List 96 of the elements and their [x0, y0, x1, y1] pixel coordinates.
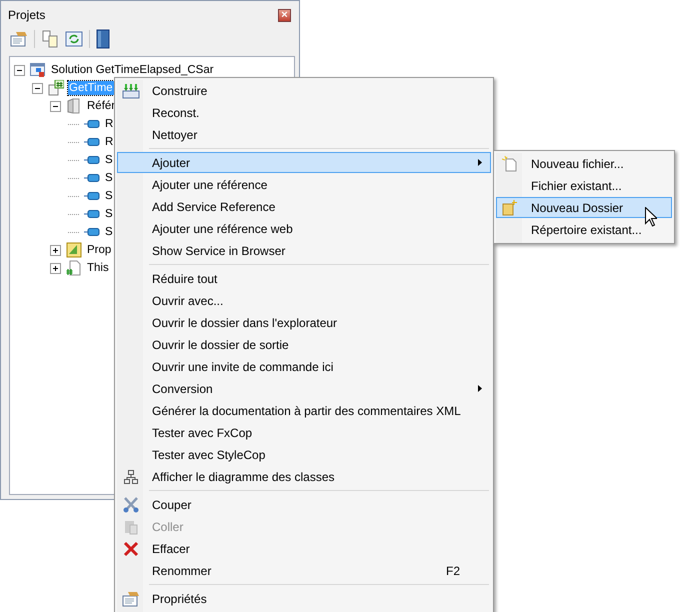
- menu-item[interactable]: Tester avec StyleCop: [117, 444, 491, 465]
- properties-icon: [66, 242, 82, 258]
- menu-item-label: Reconst.: [151, 106, 200, 120]
- reference-icon: [84, 209, 100, 219]
- reference-icon: [84, 227, 100, 237]
- menu-item-label: Show Service in Browser: [151, 244, 286, 258]
- csharp-file-icon: [66, 260, 82, 276]
- collapse-toggle[interactable]: [32, 82, 43, 94]
- menu-item-label: Construire: [151, 84, 208, 98]
- reference-icon: [84, 155, 100, 165]
- tree-item[interactable]: Prop: [86, 243, 112, 257]
- mouse-cursor-icon: [645, 207, 657, 227]
- menu-item-label: Réduire tout: [151, 272, 218, 286]
- menu-item-label: Couper: [151, 498, 192, 512]
- menu-item[interactable]: Ouvrir une invite de commande ici: [117, 356, 491, 377]
- collapse-toggle[interactable]: [50, 100, 61, 112]
- menu-item-label: Afficher le diagramme des classes: [151, 470, 336, 484]
- menu-item-label: Ajouter une référence: [151, 178, 268, 192]
- menu-item[interactable]: Fichier existant...: [496, 175, 672, 196]
- reference-icon: [84, 191, 100, 201]
- refresh-icon[interactable]: [65, 30, 83, 48]
- menu-item-label: Renommer: [151, 564, 212, 578]
- menu-item[interactable]: Renommer F2: [117, 560, 491, 581]
- expand-toggle[interactable]: [50, 262, 61, 274]
- csharp-project-icon: [48, 80, 64, 96]
- tree-item[interactable]: R: [104, 117, 114, 131]
- expand-toggle[interactable]: [50, 244, 61, 256]
- menu-item-label: Tester avec FxCop: [151, 426, 254, 440]
- menu-item-label: Propriétés: [151, 592, 208, 606]
- menu-item[interactable]: Répertoire existant...: [496, 219, 672, 240]
- menu-item[interactable]: Reconst.: [117, 102, 491, 123]
- tree-item[interactable]: S: [104, 207, 114, 221]
- menu-item-label: Nouveau Dossier: [530, 200, 624, 214]
- menu-item-label: Add Service Reference: [151, 200, 276, 214]
- tree-item[interactable]: S: [104, 153, 114, 167]
- menu-item[interactable]: Conversion: [117, 378, 491, 399]
- reference-icon: [84, 137, 100, 147]
- menu-item[interactable]: Ouvrir le dossier de sortie: [117, 334, 491, 355]
- menu-item[interactable]: Ouvrir avec...: [117, 290, 491, 311]
- menu-item-label: Ouvrir le dossier dans l'explorateur: [151, 316, 338, 330]
- properties-icon: [122, 590, 140, 606]
- properties-icon[interactable]: [10, 30, 28, 48]
- menu-item[interactable]: Propriétés: [117, 588, 491, 609]
- tree-item[interactable]: R: [104, 135, 114, 149]
- tree-item[interactable]: Solution GetTimeElapsed_CSar: [50, 63, 215, 77]
- menu-item-label: Coller: [151, 520, 184, 534]
- menu-item-label: Ouvrir avec...: [151, 294, 224, 308]
- menu-item[interactable]: Effacer: [117, 538, 491, 559]
- panel-title: Projets: [8, 8, 46, 22]
- menu-item[interactable]: Générer la documentation à partir des commentaires XML: [117, 400, 491, 421]
- solution-icon: [30, 62, 46, 78]
- copy-files-icon[interactable]: [41, 30, 59, 48]
- tree-item[interactable]: This: [86, 261, 110, 275]
- menu-item[interactable]: Construire: [117, 80, 491, 101]
- references-icon: [66, 98, 82, 114]
- menu-item[interactable]: Réduire tout: [117, 268, 491, 289]
- reference-icon: [84, 173, 100, 183]
- menu-item-label: Nettoyer: [151, 128, 198, 142]
- menu-item-label: Conversion: [151, 382, 214, 396]
- delete-icon: [123, 540, 139, 556]
- menu-item[interactable]: Nouveau Dossier: [496, 197, 672, 218]
- menu-item-label: Ouvrir une invite de commande ici: [151, 360, 334, 374]
- new-file-icon: [502, 156, 518, 172]
- menu-item-label: Ouvrir le dossier de sortie: [151, 338, 290, 352]
- menu-item[interactable]: Couper: [117, 494, 491, 515]
- paste-icon: [123, 518, 139, 534]
- menu-item-label: Nouveau fichier...: [530, 156, 624, 170]
- tree-item[interactable]: S: [104, 225, 114, 239]
- menu-item[interactable]: Show Service in Browser: [117, 240, 491, 261]
- menu-item[interactable]: Nettoyer: [117, 124, 491, 145]
- menu-item-label: Répertoire existant...: [530, 222, 642, 236]
- menu-item-label: Tester avec StyleCop: [151, 448, 266, 462]
- menu-item[interactable]: Ajouter: [117, 152, 491, 173]
- menu-item[interactable]: Ouvrir le dossier dans l'explorateur: [117, 312, 491, 333]
- build-icon: [122, 82, 140, 98]
- menu-item[interactable]: Afficher le diagramme des classes: [117, 466, 491, 487]
- tree-item[interactable]: Référ: [86, 99, 116, 113]
- new-folder-icon: [502, 200, 518, 216]
- tree-item[interactable]: S: [104, 171, 114, 185]
- reference-icon: [84, 119, 100, 129]
- scissors-icon: [122, 496, 140, 512]
- book-icon[interactable]: [96, 29, 110, 49]
- menu-item[interactable]: Add Service Reference: [117, 196, 491, 217]
- shortcut-label: F2: [446, 564, 461, 578]
- menu-item[interactable]: Tester avec FxCop: [117, 422, 491, 443]
- menu-item-label: Effacer: [151, 542, 191, 556]
- menu-item[interactable]: Ajouter une référence: [117, 174, 491, 195]
- collapse-toggle[interactable]: [14, 64, 25, 76]
- menu-item[interactable]: Nouveau fichier...: [496, 153, 672, 174]
- menu-item-label: Ajouter: [151, 156, 192, 170]
- menu-item-label: Ajouter une référence web: [151, 222, 294, 236]
- menu-item-label: Générer la documentation à partir des commentaires XML: [151, 404, 462, 418]
- menu-item-label: Fichier existant...: [530, 178, 622, 192]
- menu-item[interactable]: Ajouter une référence web: [117, 218, 491, 239]
- class-diagram-icon: [123, 468, 139, 484]
- tree-item[interactable]: S: [104, 189, 114, 203]
